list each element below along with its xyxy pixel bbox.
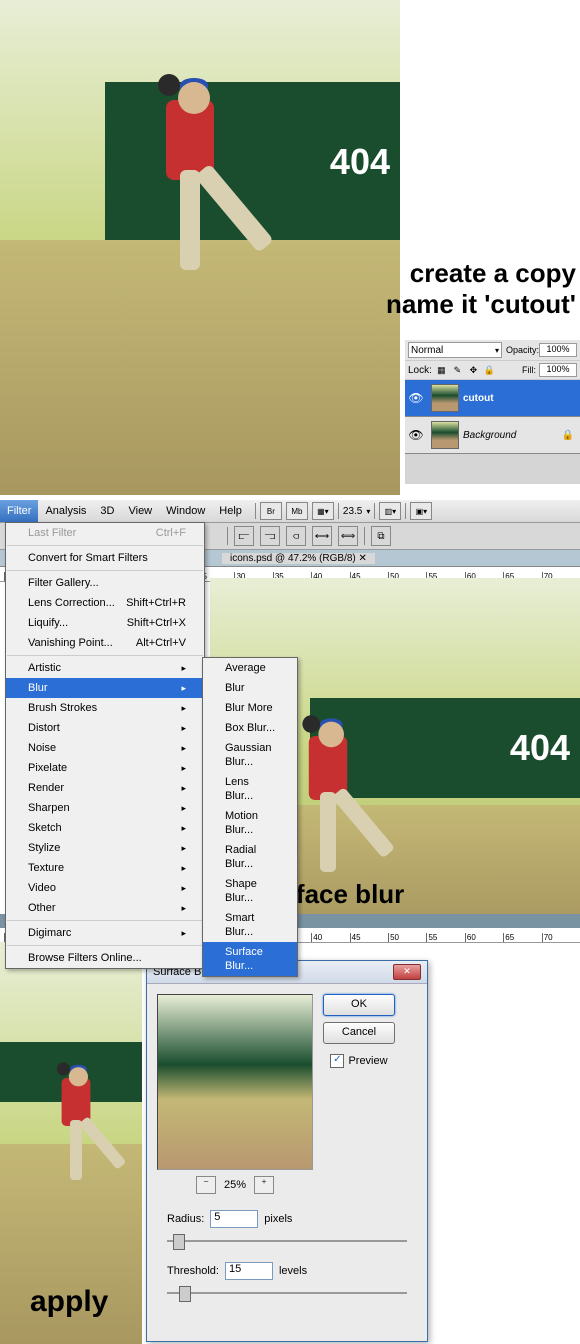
radius-slider[interactable] [167,1234,407,1248]
submenu-radial-blur-[interactable]: Radial Blur... [203,840,297,874]
menu-pixelate[interactable]: Pixelate [6,758,204,778]
cancel-button[interactable]: Cancel [323,1022,395,1044]
menu-brush-strokes[interactable]: Brush Strokes [6,698,204,718]
lock-transparency-icon[interactable]: ▦ [435,364,448,377]
submenu-gaussian-blur-[interactable]: Gaussian Blur... [203,738,297,772]
preview-label: Preview [348,1055,387,1067]
submenu-blur-more[interactable]: Blur More [203,698,297,718]
distribute-h-icon[interactable]: ⟷ [312,526,332,546]
submenu-lens-blur-[interactable]: Lens Blur... [203,772,297,806]
submenu-smart-blur-[interactable]: Smart Blur... [203,908,297,942]
ok-button[interactable]: OK [323,994,395,1016]
menu-stylize[interactable]: Stylize [6,838,204,858]
menu-browse-filters[interactable]: Browse Filters Online... [6,948,204,968]
layer-name[interactable]: cutout [463,393,494,404]
surface-blur-dialog: Surface Blur ✕ ⁻ 25% ⁺ OK Cancel ✓ Previ… [146,960,428,1342]
preview-checkbox[interactable]: ✓ [330,1054,344,1068]
align-left-icon[interactable]: ⫍ [234,526,254,546]
threshold-label: Threshold: [167,1265,219,1277]
menu-analysis[interactable]: Analysis [38,500,93,522]
menu-texture[interactable]: Texture [6,858,204,878]
layer-thumbnail [431,384,459,412]
threshold-slider[interactable] [167,1286,407,1300]
align-right-icon[interactable]: ⫏ [286,526,306,546]
menu-video[interactable]: Video [6,878,204,898]
pitcher-figure [140,70,240,310]
radius-input[interactable]: 5 [210,1210,258,1228]
layer-cutout[interactable]: 👁 cutout [405,380,580,417]
annotation-step1: create a copyname it 'cutout' [386,258,576,320]
zoom-percent: 25% [224,1179,246,1191]
layer-background[interactable]: 👁 Background 🔒 [405,417,580,454]
menu-artistic[interactable]: Artistic [6,658,204,678]
menu-sharpen[interactable]: Sharpen [6,798,204,818]
menu-other[interactable]: Other [6,898,204,918]
canvas-image: 404 [0,0,400,495]
menu-filter[interactable]: Filter [0,500,38,522]
blend-mode-select[interactable]: Normal▾ [408,342,502,358]
doc-tab-icons[interactable]: icons.psd @ 47.2% (RGB/8) ✕ [222,553,375,564]
visibility-icon[interactable]: 👁 [405,428,427,442]
menu-liquify[interactable]: Liquify...Shift+Ctrl+X [6,613,204,633]
opacity-input[interactable]: 100% [539,343,577,357]
lock-label: Lock: [408,365,432,376]
threshold-input[interactable]: 15 [225,1262,273,1280]
submenu-average[interactable]: Average [203,658,297,678]
menu-lens-correction[interactable]: Lens Correction...Shift+Ctrl+R [6,593,204,613]
filter-dropdown: Last FilterCtrl+F Convert for Smart Filt… [5,522,205,969]
blur-submenu: AverageBlurBlur MoreBox Blur...Gaussian … [202,657,298,977]
menu-vanishing-point[interactable]: Vanishing Point...Alt+Ctrl+V [6,633,204,653]
zoom-out-button[interactable]: ⁻ [196,1176,216,1194]
menu-window[interactable]: Window [159,500,212,522]
fill-input[interactable]: 100% [539,363,577,377]
minibridge-icon[interactable]: Mb [286,502,308,520]
lock-position-icon[interactable]: ✥ [467,364,480,377]
submenu-shape-blur-[interactable]: Shape Blur... [203,874,297,908]
menu-digimarc[interactable]: Digimarc [6,923,204,943]
canvas-image [0,942,142,1344]
bridge-icon[interactable]: Br [260,502,282,520]
layer-thumbnail [431,421,459,449]
layers-panel: Normal▾ Opacity: 100% Lock: ▦ ✎ ✥ 🔒 Fill… [405,340,580,484]
menu-bar: Filter Analysis 3D View Window Help Br M… [0,500,580,523]
submenu-motion-blur-[interactable]: Motion Blur... [203,806,297,840]
layer-name[interactable]: Background [463,430,516,441]
menu-last-filter[interactable]: Last FilterCtrl+F [6,523,204,543]
distribute-v-icon[interactable]: ⟺ [338,526,358,546]
lock-all-icon[interactable]: 🔒 [483,364,496,377]
view-extras-icon[interactable]: ▦▾ [312,502,334,520]
zoom-value[interactable]: 23.5 [343,506,362,517]
arrange-icon[interactable]: ▥▾ [379,502,401,520]
lock-paint-icon[interactable]: ✎ [451,364,464,377]
radius-label: Radius: [167,1213,204,1225]
step-3: 12.5% (Layer 2, RGB/8) icons.psd @ 47.2%… [0,925,580,1344]
menu-view[interactable]: View [121,500,159,522]
step-1: 404 create a copyname it 'cutout' Normal… [0,0,580,500]
close-button[interactable]: ✕ [393,964,421,980]
submenu-blur[interactable]: Blur [203,678,297,698]
preview-image[interactable] [157,994,313,1170]
lock-icon: 🔒 [562,430,574,441]
menu-blur[interactable]: Blur [6,678,204,698]
threshold-unit: levels [279,1265,307,1277]
screenmode-icon[interactable]: ▣▾ [410,502,432,520]
submenu-box-blur-[interactable]: Box Blur... [203,718,297,738]
menu-noise[interactable]: Noise [6,738,204,758]
zoom-in-button[interactable]: ⁺ [254,1176,274,1194]
menu-convert-smart[interactable]: Convert for Smart Filters [6,548,204,568]
annotation-step3: apply [30,1285,108,1319]
align-center-icon[interactable]: ⫎ [260,526,280,546]
radius-unit: pixels [264,1213,292,1225]
visibility-icon[interactable]: 👁 [405,391,427,405]
menu-filter-gallery[interactable]: Filter Gallery... [6,573,204,593]
menu-help[interactable]: Help [212,500,249,522]
menu-3d[interactable]: 3D [93,500,121,522]
auto-align-icon[interactable]: ⧉ [371,526,391,546]
submenu-surface-blur-[interactable]: Surface Blur... [203,942,297,976]
menu-sketch[interactable]: Sketch [6,818,204,838]
step-2: Filter Analysis 3D View Window Help Br M… [0,500,580,925]
menu-distort[interactable]: Distort [6,718,204,738]
menu-render[interactable]: Render [6,778,204,798]
